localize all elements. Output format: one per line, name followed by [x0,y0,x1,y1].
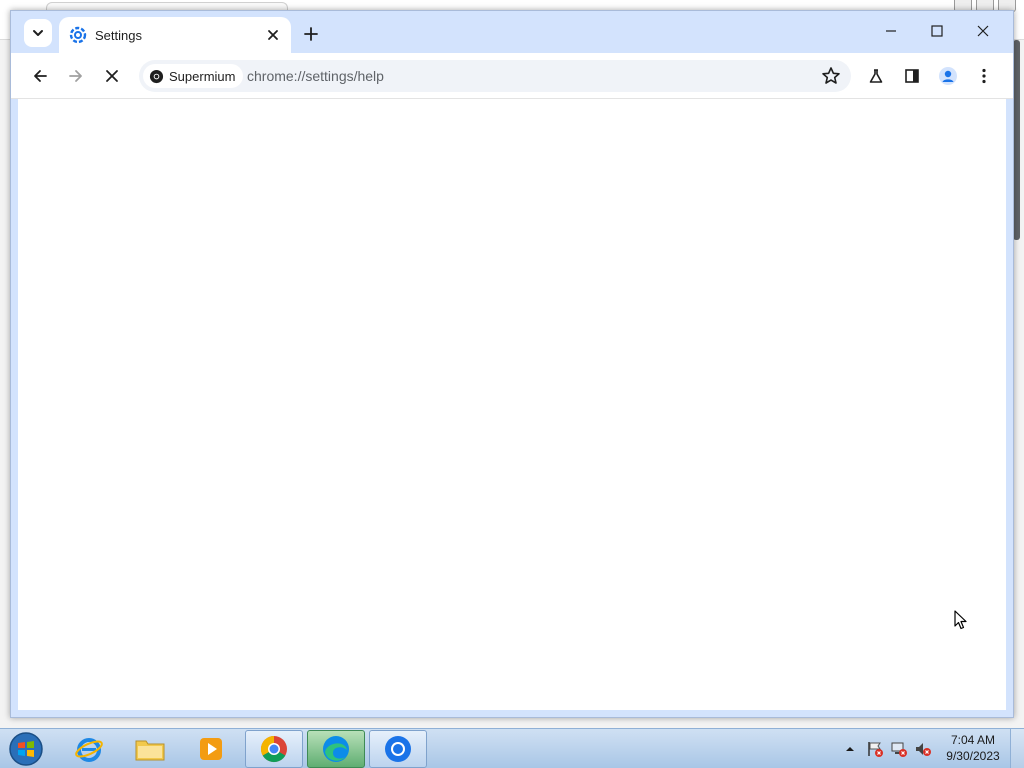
action-center-flag-icon[interactable] [866,740,884,758]
stop-x-icon [106,70,118,82]
taskbar-microsoft-edge[interactable] [307,730,365,768]
show-desktop-button[interactable] [1010,729,1024,768]
taskbar-supermium[interactable] [369,730,427,768]
kebab-menu-icon [982,68,986,84]
forward-button[interactable] [61,61,91,91]
chevron-down-icon [33,30,43,36]
close-window-button[interactable] [961,15,1005,47]
address-bar[interactable]: Supermium chrome://settings/help [139,60,851,92]
site-chip-label: Supermium [169,68,236,84]
profile-avatar-icon [939,67,957,85]
tab-close-icon[interactable] [265,27,281,43]
plus-icon [304,27,318,41]
bookmark-star-icon[interactable] [821,66,841,86]
page-content [18,99,1006,710]
tab-strip: Settings [11,11,1013,53]
minimize-button[interactable] [869,15,913,47]
tab-title: Settings [95,27,142,43]
menu-button[interactable] [969,61,999,91]
background-scrollbar [1013,40,1020,240]
taskbar-internet-explorer[interactable] [60,730,118,768]
side-panel-button[interactable] [897,61,927,91]
internet-explorer-icon [75,738,103,762]
maximize-icon [931,25,943,37]
settings-gear-icon [69,26,87,44]
taskbar-file-explorer[interactable] [121,730,179,768]
tab-settings[interactable]: Settings [59,17,291,53]
tab-search-button[interactable] [24,19,52,47]
new-tab-button[interactable] [299,22,323,46]
maximize-button[interactable] [915,15,959,47]
side-panel-icon [905,69,919,83]
clock-date: 9/30/2023 [946,749,1000,763]
flask-icon [869,69,883,83]
system-tray [844,729,932,768]
windows-start-orb-icon [9,732,43,766]
minimize-icon [886,30,896,32]
mouse-cursor-icon [954,610,967,630]
start-button[interactable] [4,730,48,768]
folder-icon [135,740,165,761]
taskbar-clock[interactable]: 7:04 AM 9/30/2023 [930,732,1016,764]
labs-button[interactable] [861,61,891,91]
network-icon[interactable] [890,740,908,758]
taskbar: 7:04 AM 9/30/2023 [0,728,1024,768]
taskbar-media-player[interactable] [182,730,240,768]
supermium-logo-icon [149,69,164,83]
taskbar-google-chrome[interactable] [245,730,303,768]
close-icon [977,25,989,37]
site-info-chip[interactable]: Supermium [143,64,244,88]
edge-icon [323,736,349,762]
stop-loading-button[interactable] [97,61,127,91]
arrow-right-icon [69,70,82,82]
show-hidden-icons-icon[interactable] [844,743,856,755]
supermium-icon [385,736,411,762]
chrome-icon [260,735,287,763]
arrow-left-icon [34,70,47,82]
profile-button[interactable] [933,61,963,91]
url-text[interactable]: chrome://settings/help [247,60,384,92]
clock-time: 7:04 AM [950,733,996,747]
media-player-icon [200,738,222,760]
back-button[interactable] [25,61,55,91]
browser-toolbar: Supermium chrome://settings/help [11,53,1013,99]
browser-window: Settings Supermium chrome://settings/hel… [10,10,1014,718]
